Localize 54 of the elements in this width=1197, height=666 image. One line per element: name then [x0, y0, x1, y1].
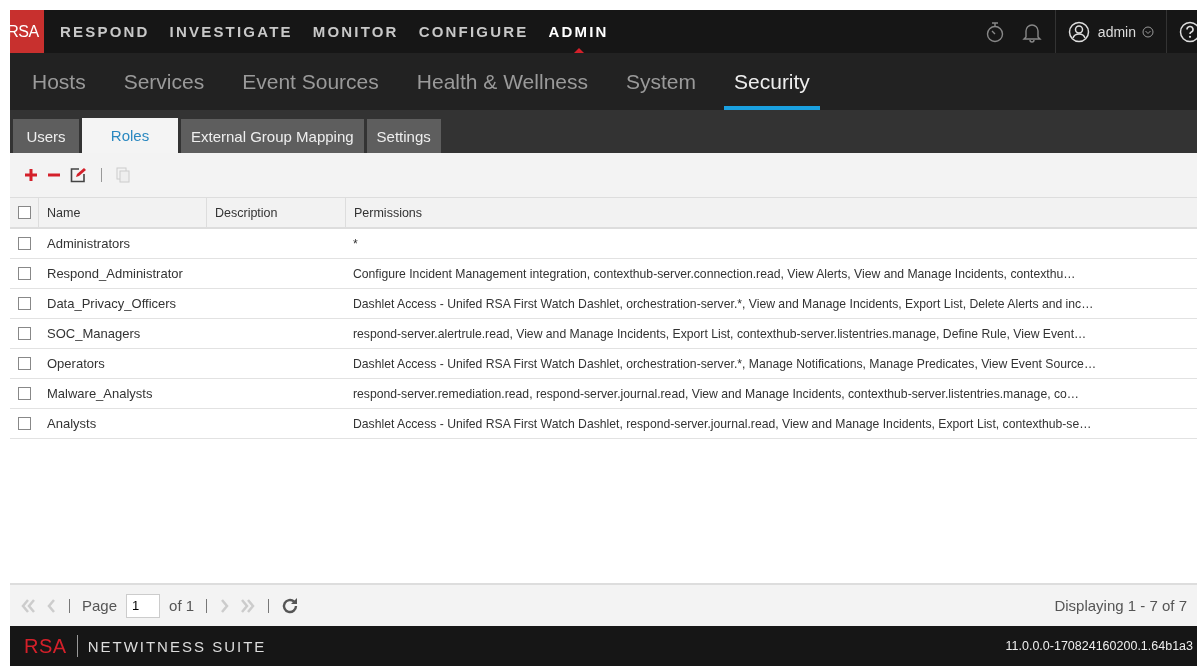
main-menu-item[interactable]: MONITOR [312, 10, 399, 53]
table-cell: Operators [47, 356, 105, 371]
tab[interactable]: Users [13, 119, 79, 153]
table-cell: respond-server.remediation.read, respond-server.journal.read, View and Manage Incidents, contexthub-server.listentries.manage, co… [353, 386, 1079, 401]
table-cell: Data_Privacy_Officers [47, 296, 177, 311]
row-checkbox[interactable] [17, 267, 31, 280]
table-cell: Dashlet Access - Unifed RSA First Watch Dashlet, respond-server.journal.read, View and Manage Incidents, Export List, contexthub-se… [353, 416, 1092, 431]
page-count: of 1 [169, 597, 195, 614]
table-cell: respond-server.alertrule.read, View and Manage Incidents, Export List, contexthub-server.listentries.manage, Define Rule, View Event… [353, 326, 1087, 341]
nav-tab[interactable]: Hosts [22, 53, 96, 110]
tab[interactable]: Settings [366, 119, 441, 153]
version-text: 11.0.0.0-170824160200.1.64b1a3 [1005, 639, 1193, 653]
column-header[interactable]: Permissions [354, 205, 423, 220]
table-cell: SOC_Managers [47, 326, 141, 341]
row-checkbox[interactable] [17, 387, 31, 400]
page-label: Page [82, 597, 118, 614]
main-menu-item[interactable]: ADMIN [548, 10, 609, 53]
table-cell: Respond_Administrator [47, 266, 183, 281]
row-checkbox[interactable] [17, 417, 31, 430]
page-input[interactable]: 1 [126, 593, 161, 618]
main-menu-item[interactable]: RESPOND [60, 10, 150, 53]
user-icon[interactable] [1067, 20, 1090, 43]
edit-icon[interactable] [70, 167, 87, 183]
footer-logo: RSA [24, 634, 67, 658]
main-menu-item[interactable]: INVESTIGATE [169, 10, 293, 53]
tab[interactable]: External Group Mapping [181, 119, 364, 153]
table-cell: * [353, 236, 358, 251]
dropdown-icon[interactable] [1142, 25, 1154, 38]
row-checkbox[interactable] [17, 327, 31, 340]
user-menu[interactable]: admin [1097, 23, 1136, 40]
nav-tab[interactable]: Health & Wellness [406, 53, 598, 110]
table-cell: Analysts [47, 416, 97, 431]
table-cell: Dashlet Access - Unifed RSA First Watch Dashlet, orchestration-server.*, Manage Notifications, Manage Predicates, View Event Source… [353, 356, 1097, 371]
row-checkbox[interactable] [17, 357, 31, 370]
table-cell: Malware_Analysts [47, 386, 153, 401]
stopwatch-icon[interactable] [984, 20, 1005, 43]
help-icon[interactable] [1179, 20, 1197, 43]
row-checkbox[interactable] [17, 297, 31, 310]
row-checkbox[interactable] [17, 237, 31, 250]
product-name: NETWITNESS SUITE [87, 637, 267, 655]
refresh-icon[interactable] [281, 596, 300, 615]
main-menu-item[interactable]: CONFIGURE [418, 10, 529, 53]
nav-tab[interactable]: System [616, 53, 706, 110]
select-all-checkbox[interactable] [17, 206, 31, 219]
table-cell: Dashlet Access - Unifed RSA First Watch Dashlet, orchestration-server.*, View and Manage Incidents, Export List, Delete Alerts and inc… [353, 296, 1094, 311]
tab[interactable]: Roles [82, 118, 178, 153]
add-icon[interactable] [24, 168, 38, 182]
nav-tab[interactable]: Event Sources [232, 53, 389, 110]
column-header[interactable]: Name [47, 205, 81, 220]
table-cell: Administrators [47, 236, 131, 251]
nav-tab[interactable]: Services [113, 53, 215, 110]
record-count: Displaying 1 - 7 of 7 [1054, 597, 1187, 614]
column-header[interactable]: Description [215, 205, 278, 220]
table-cell: Configure Incident Management integration, contexthub-server.connection.read, View Alerts, View and Manage Incidents, contexthu… [353, 266, 1076, 281]
